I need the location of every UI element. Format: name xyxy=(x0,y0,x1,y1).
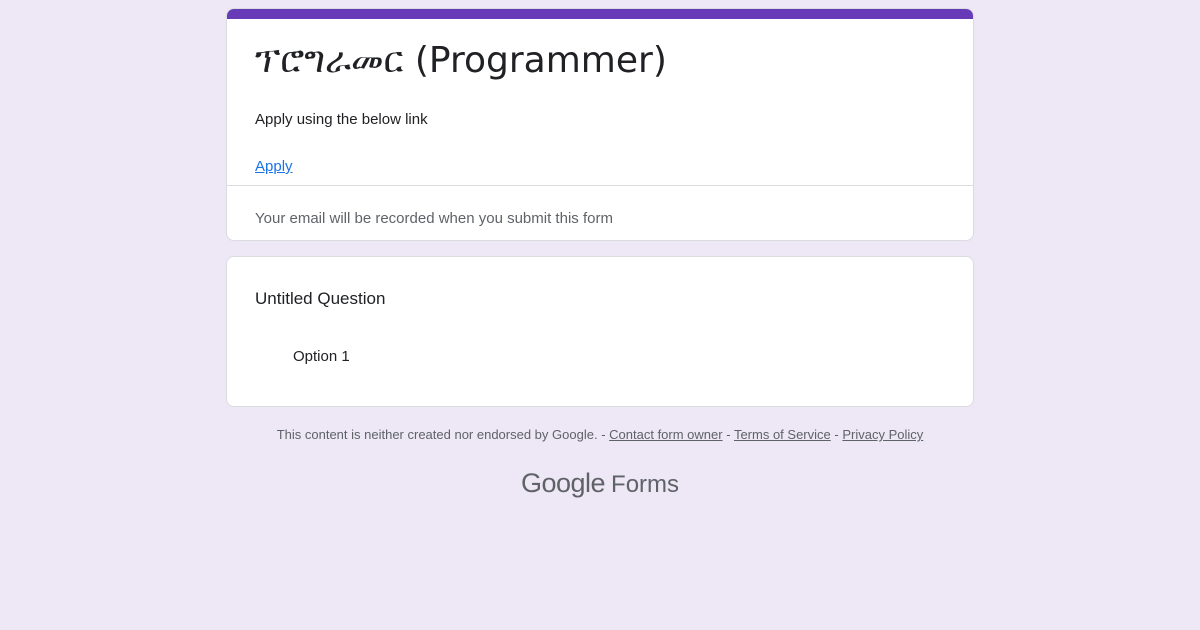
footer: This content is neither created nor endo… xyxy=(226,425,974,445)
header-divider xyxy=(227,185,973,186)
privacy-policy-link[interactable]: Privacy Policy xyxy=(842,427,923,442)
form-header-card: ፕሮግራመር (Programmer) Apply using the belo… xyxy=(226,8,974,241)
radio-button[interactable] xyxy=(255,348,273,366)
brand-google-text: Google xyxy=(520,468,606,498)
email-notice: Your email will be recorded when you sub… xyxy=(255,210,613,227)
accent-bar xyxy=(227,9,973,19)
google-forms-logo[interactable]: Google Forms xyxy=(0,466,1200,502)
question-card: Untitled Question Option 1 xyxy=(226,256,974,407)
contact-form-owner-link[interactable]: Contact form owner xyxy=(609,427,722,442)
apply-link[interactable]: Apply xyxy=(255,156,293,178)
brand-forms-text: Forms xyxy=(611,471,680,498)
form-title: ፕሮግራመር (Programmer) xyxy=(255,40,667,81)
footer-separator: - xyxy=(726,427,731,442)
footer-separator: - xyxy=(834,427,839,442)
option-label: Option 1 xyxy=(293,348,350,365)
footer-disclaimer: This content is neither created nor endo… xyxy=(276,427,598,442)
footer-separator: - xyxy=(601,427,606,442)
form-description: Apply using the below link xyxy=(255,111,428,128)
terms-of-service-link[interactable]: Terms of Service xyxy=(734,427,831,442)
question-title: Untitled Question xyxy=(255,289,386,308)
option-item[interactable]: Option 1 xyxy=(255,343,350,371)
